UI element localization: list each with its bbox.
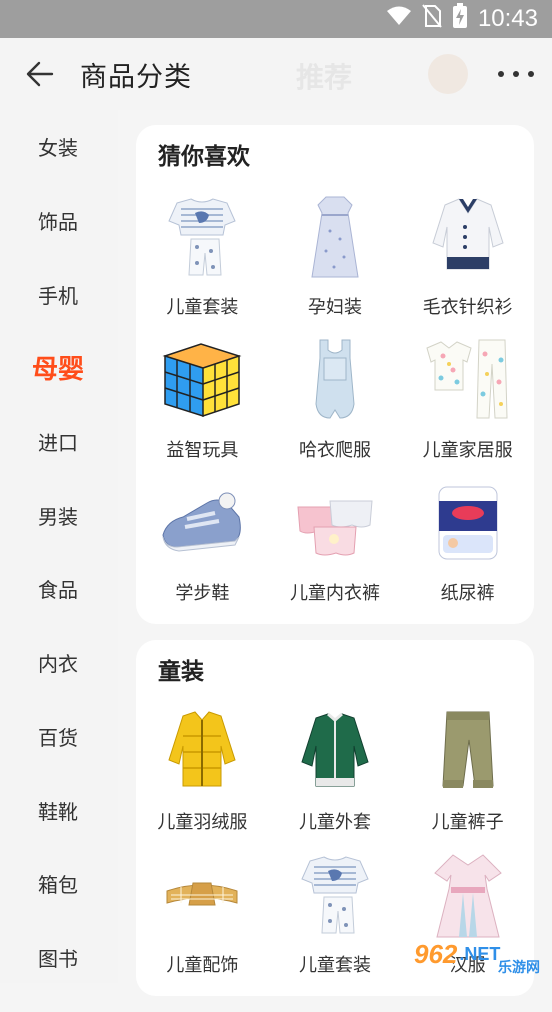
headband-icon bbox=[157, 849, 247, 939]
status-bar: 10:43 bbox=[0, 0, 552, 38]
category-item-toys[interactable]: 益智玩具 bbox=[136, 326, 269, 469]
sidebar-item-food[interactable]: 食品 bbox=[0, 552, 118, 626]
category-item-label: 儿童配饰 bbox=[166, 951, 238, 977]
category-item-kids-jacket[interactable]: 儿童外套 bbox=[269, 698, 402, 841]
category-item-romper[interactable]: 哈衣爬服 bbox=[269, 326, 402, 469]
category-item-label: 孕妇装 bbox=[308, 293, 362, 319]
more-dots-icon bbox=[498, 71, 504, 77]
faded-recommend-tab: 推荐 bbox=[296, 56, 352, 96]
sidebar-item-accessories[interactable]: 饰品 bbox=[0, 184, 118, 258]
category-item-down-jacket[interactable]: 儿童羽绒服 bbox=[136, 698, 269, 841]
sidebar-item-general[interactable]: 百货 bbox=[0, 700, 118, 774]
category-item-label: 儿童套装 bbox=[299, 951, 371, 977]
sidebar-item-phones[interactable]: 手机 bbox=[0, 257, 118, 331]
page-title: 商品分类 bbox=[80, 55, 192, 94]
hanfu-dress-icon bbox=[423, 849, 513, 939]
kids-underwear-icon bbox=[290, 477, 380, 567]
kids-set-icon bbox=[290, 849, 380, 939]
section-guess-you-like: 猜你喜欢 儿童套装 孕妇装 bbox=[136, 125, 534, 624]
category-item-pajamas[interactable]: 儿童家居服 bbox=[401, 326, 534, 469]
maternity-dress-icon bbox=[290, 191, 380, 281]
category-item-label: 毛衣针织衫 bbox=[423, 293, 513, 319]
watermark-logo: 962 .NET 乐游网 bbox=[414, 931, 546, 977]
category-sidebar: 女装 饰品 手机 母婴 进口 男装 食品 内衣 百货 鞋靴 箱包 图书 bbox=[0, 110, 118, 983]
category-item-label: 儿童外套 bbox=[299, 808, 371, 834]
category-item-maternity[interactable]: 孕妇装 bbox=[269, 183, 402, 326]
section-title: 童装 bbox=[136, 658, 534, 698]
kids-pajamas-icon bbox=[423, 334, 513, 424]
sidebar-item-women[interactable]: 女装 bbox=[0, 110, 118, 184]
rubiks-cube-icon bbox=[157, 334, 247, 424]
category-item-label: 学步鞋 bbox=[175, 579, 229, 605]
watermark-net: .NET bbox=[459, 944, 500, 965]
more-button[interactable] bbox=[498, 60, 534, 88]
sidebar-item-bags[interactable]: 箱包 bbox=[0, 847, 118, 921]
category-item-label: 儿童家居服 bbox=[423, 436, 513, 462]
category-item-kids-pants[interactable]: 儿童裤子 bbox=[401, 698, 534, 841]
status-time: 10:43 bbox=[478, 5, 538, 33]
section-title: 猜你喜欢 bbox=[136, 143, 534, 183]
category-item-kids-accessories[interactable]: 儿童配饰 bbox=[136, 841, 269, 984]
kids-cardigan-icon bbox=[423, 191, 513, 281]
category-item-label: 益智玩具 bbox=[166, 436, 238, 462]
no-sim-icon bbox=[422, 4, 442, 34]
category-content: 猜你喜欢 儿童套装 孕妇装 bbox=[136, 125, 534, 1012]
category-item-diapers[interactable]: 纸尿裤 bbox=[401, 469, 534, 612]
baby-romper-icon bbox=[290, 334, 380, 424]
sidebar-item-imports[interactable]: 进口 bbox=[0, 405, 118, 479]
category-item-kids-set-2[interactable]: 儿童套装 bbox=[269, 841, 402, 984]
faded-avatar bbox=[428, 54, 468, 94]
category-item-label: 儿童裤子 bbox=[432, 808, 504, 834]
sidebar-item-books[interactable]: 图书 bbox=[0, 921, 118, 995]
kids-pants-icon bbox=[423, 706, 513, 796]
category-item-sweater[interactable]: 毛衣针织衫 bbox=[401, 183, 534, 326]
back-button[interactable] bbox=[0, 38, 80, 110]
battery-charging-icon bbox=[452, 3, 468, 35]
watermark-text: 乐游网 bbox=[498, 957, 540, 977]
category-item-label: 哈衣爬服 bbox=[299, 436, 371, 462]
category-item-toddler-shoes[interactable]: 学步鞋 bbox=[136, 469, 269, 612]
wifi-icon bbox=[386, 5, 412, 33]
sidebar-item-men[interactable]: 男装 bbox=[0, 478, 118, 552]
kids-set-icon bbox=[157, 191, 247, 281]
category-item-label: 儿童内衣裤 bbox=[290, 579, 380, 605]
category-item-label: 纸尿裤 bbox=[441, 579, 495, 605]
top-app-bar: 商品分类 推荐 bbox=[0, 38, 552, 110]
down-jacket-icon bbox=[157, 706, 247, 796]
category-item-kids-set[interactable]: 儿童套装 bbox=[136, 183, 269, 326]
toddler-shoe-icon bbox=[157, 477, 247, 567]
sidebar-item-mother-baby[interactable]: 母婴 bbox=[0, 331, 118, 405]
arrow-left-icon bbox=[26, 61, 54, 87]
category-item-label: 儿童羽绒服 bbox=[157, 808, 247, 834]
kids-jacket-icon bbox=[290, 706, 380, 796]
category-item-label: 儿童套装 bbox=[166, 293, 238, 319]
category-item-kids-underwear[interactable]: 儿童内衣裤 bbox=[269, 469, 402, 612]
watermark-number: 962 bbox=[414, 939, 457, 970]
diaper-pack-icon bbox=[423, 477, 513, 567]
sidebar-item-underwear[interactable]: 内衣 bbox=[0, 626, 118, 700]
sidebar-item-shoes[interactable]: 鞋靴 bbox=[0, 773, 118, 847]
